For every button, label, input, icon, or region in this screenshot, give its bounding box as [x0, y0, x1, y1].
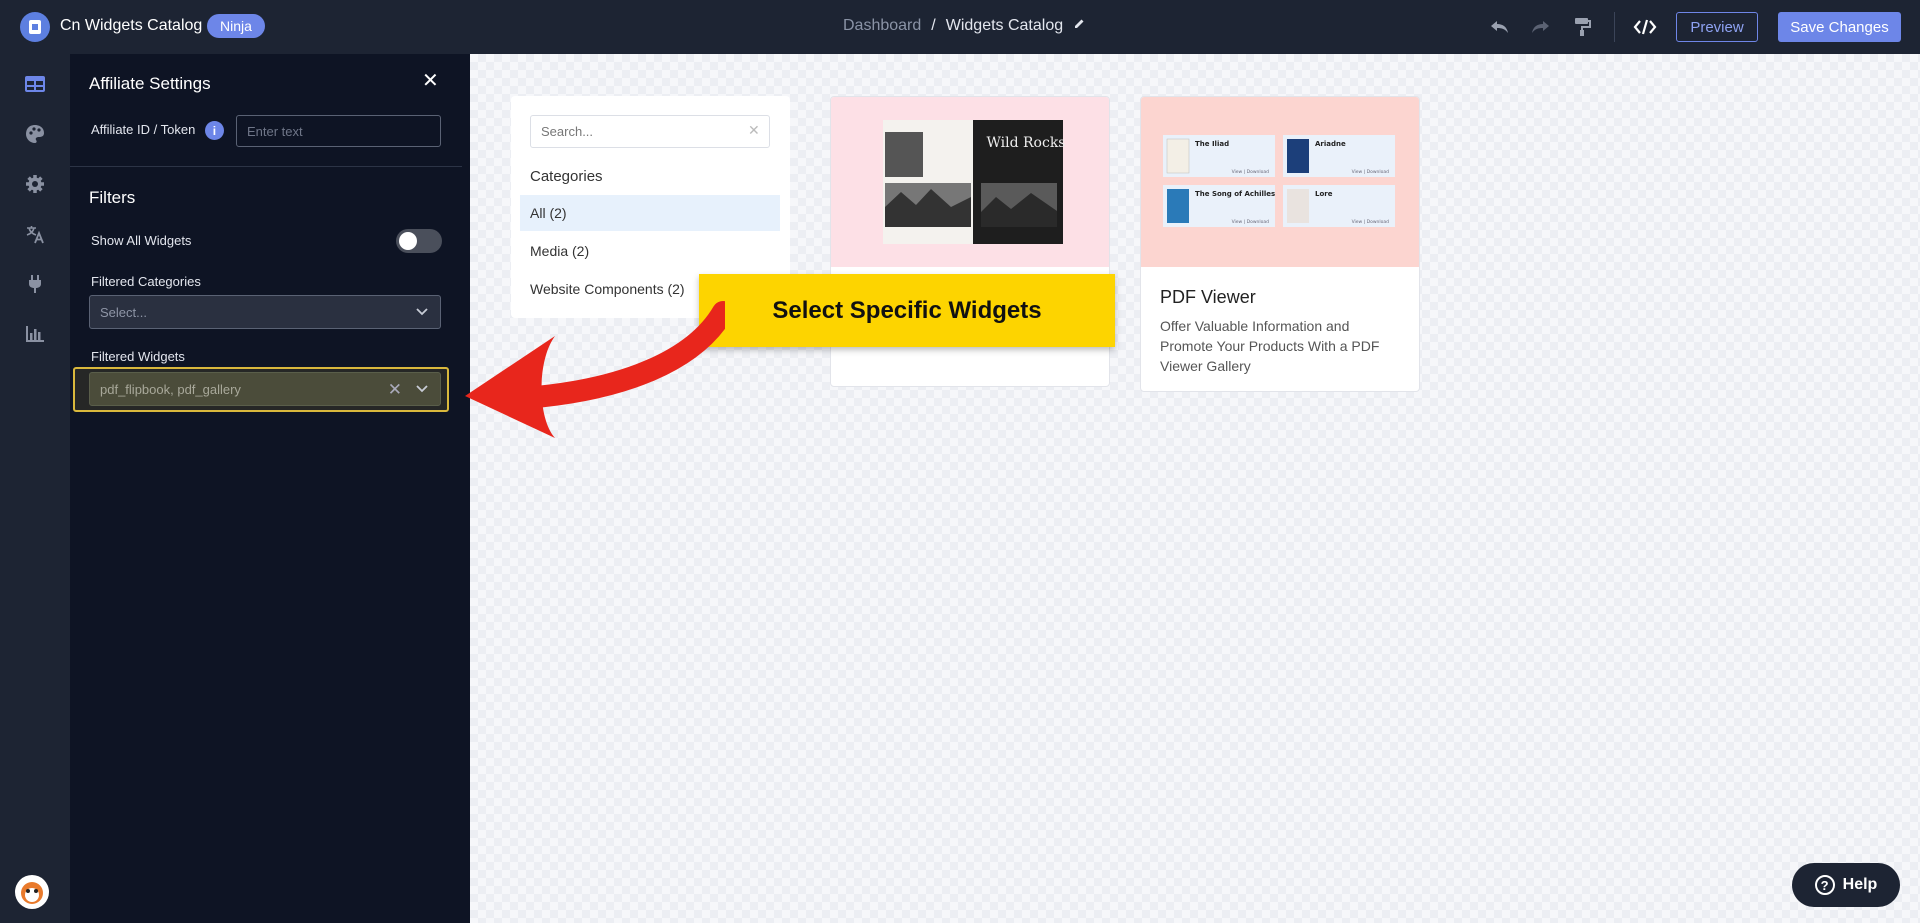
card-description: Offer Valuable Information and Promote Y… [1160, 318, 1380, 374]
filtered-categories-select[interactable]: Select... [89, 295, 441, 329]
breadcrumb: Dashboard / Widgets Catalog [843, 17, 1086, 35]
filtered-widgets-value: pdf_flipbook, pdf_gallery [100, 381, 241, 397]
help-button[interactable]: ? Help [1792, 863, 1900, 907]
pdf-item-title: The Song of Achilles [1195, 190, 1275, 198]
pdf-item-actions[interactable]: View | Download [1352, 219, 1390, 225]
palette-icon[interactable] [22, 121, 48, 147]
toggle-knob [399, 232, 417, 250]
preview-button[interactable]: Preview [1676, 12, 1758, 42]
tutorial-callout: Select Specific Widgets [699, 274, 1115, 347]
app-logo-icon [20, 12, 50, 42]
info-icon[interactable]: i [204, 121, 224, 140]
pdf-item: Lore View | Download [1283, 185, 1395, 227]
pdf-item: Ariadne View | Download [1283, 135, 1395, 177]
pdf-gallery-illustration: The Iliad View | Download Ariadne View |… [1163, 135, 1395, 227]
categories-title: Categories [530, 168, 603, 185]
help-label: Help [1842, 876, 1878, 893]
card-title: PDF Viewer [1160, 287, 1256, 307]
plug-icon[interactable] [22, 271, 48, 297]
tutorial-arrow-icon [465, 301, 725, 438]
category-media[interactable]: Media (2) [520, 233, 780, 269]
top-bar: Cn Widgets Catalog Ninja Dashboard / Wid… [0, 0, 1920, 54]
pdf-item-title: Ariadne [1315, 140, 1346, 148]
left-rail [0, 54, 70, 923]
code-icon[interactable] [1632, 14, 1658, 40]
settings-panel: Affiliate Settings ✕ Affiliate ID / Toke… [70, 54, 470, 923]
filtered-categories-placeholder: Select... [100, 304, 147, 320]
panel-divider [70, 166, 462, 167]
show-all-widgets-label: Show All Widgets [91, 233, 192, 248]
book-title: Wild Rocks [987, 135, 1066, 151]
category-all[interactable]: All (2) [520, 195, 780, 231]
redo-icon[interactable] [1527, 14, 1553, 40]
widget-card-pdf-viewer[interactable]: The Iliad View | Download Ariadne View |… [1140, 96, 1420, 392]
search-clear-icon[interactable]: ✕ [748, 122, 760, 139]
user-avatar[interactable] [15, 875, 49, 909]
affiliate-id-label: Affiliate ID / Token i [91, 121, 224, 140]
question-icon: ? [1814, 875, 1835, 895]
undo-icon[interactable] [1487, 14, 1513, 40]
panel-title: Affiliate Settings [89, 74, 211, 93]
chart-icon[interactable] [22, 321, 48, 347]
filtered-widgets-select[interactable]: pdf_flipbook, pdf_gallery ✕ [89, 372, 441, 406]
book-illustration: Wild Rocks [883, 120, 1066, 244]
affiliate-id-label-text: Affiliate ID / Token [91, 121, 196, 137]
card-thumbnail: The Iliad View | Download Ariadne View |… [1141, 97, 1419, 267]
breadcrumb-dashboard[interactable]: Dashboard [843, 17, 921, 35]
show-all-widgets-toggle[interactable] [396, 229, 442, 253]
pdf-item-title: The Iliad [1195, 140, 1229, 148]
filtered-widgets-label: Filtered Widgets [91, 349, 185, 364]
save-changes-button[interactable]: Save Changes [1778, 12, 1901, 42]
pdf-item-actions[interactable]: View | Download [1352, 169, 1390, 175]
pdf-item: The Iliad View | Download [1163, 135, 1275, 177]
plan-badge: Ninja [207, 14, 265, 38]
chevron-down-icon[interactable] [414, 381, 430, 400]
catalog-search-input[interactable] [530, 115, 770, 148]
toolbar-divider [1614, 12, 1615, 42]
paint-roller-icon[interactable] [1569, 14, 1595, 40]
translate-icon[interactable] [22, 221, 48, 247]
pdf-item-title: Lore [1315, 190, 1333, 198]
edit-pencil-icon[interactable] [1073, 17, 1086, 35]
clear-icon[interactable]: ✕ [388, 380, 402, 400]
app-title: Cn Widgets Catalog [60, 17, 203, 34]
pdf-item-actions[interactable]: View | Download [1232, 219, 1270, 225]
affiliate-id-input[interactable] [236, 115, 441, 147]
pdf-item-actions[interactable]: View | Download [1232, 169, 1270, 175]
breadcrumb-separator: / [931, 17, 936, 34]
filtered-categories-label: Filtered Categories [91, 274, 201, 289]
gear-icon[interactable] [22, 171, 48, 197]
card-thumbnail: Wild Rocks [831, 97, 1109, 267]
pdf-item: The Song of Achilles View | Download [1163, 185, 1275, 227]
filters-title: Filters [89, 188, 136, 207]
chevron-down-icon[interactable] [414, 304, 430, 323]
close-icon[interactable]: ✕ [422, 68, 439, 93]
breadcrumb-current: Widgets Catalog [945, 17, 1064, 34]
layout-icon[interactable] [22, 71, 48, 97]
